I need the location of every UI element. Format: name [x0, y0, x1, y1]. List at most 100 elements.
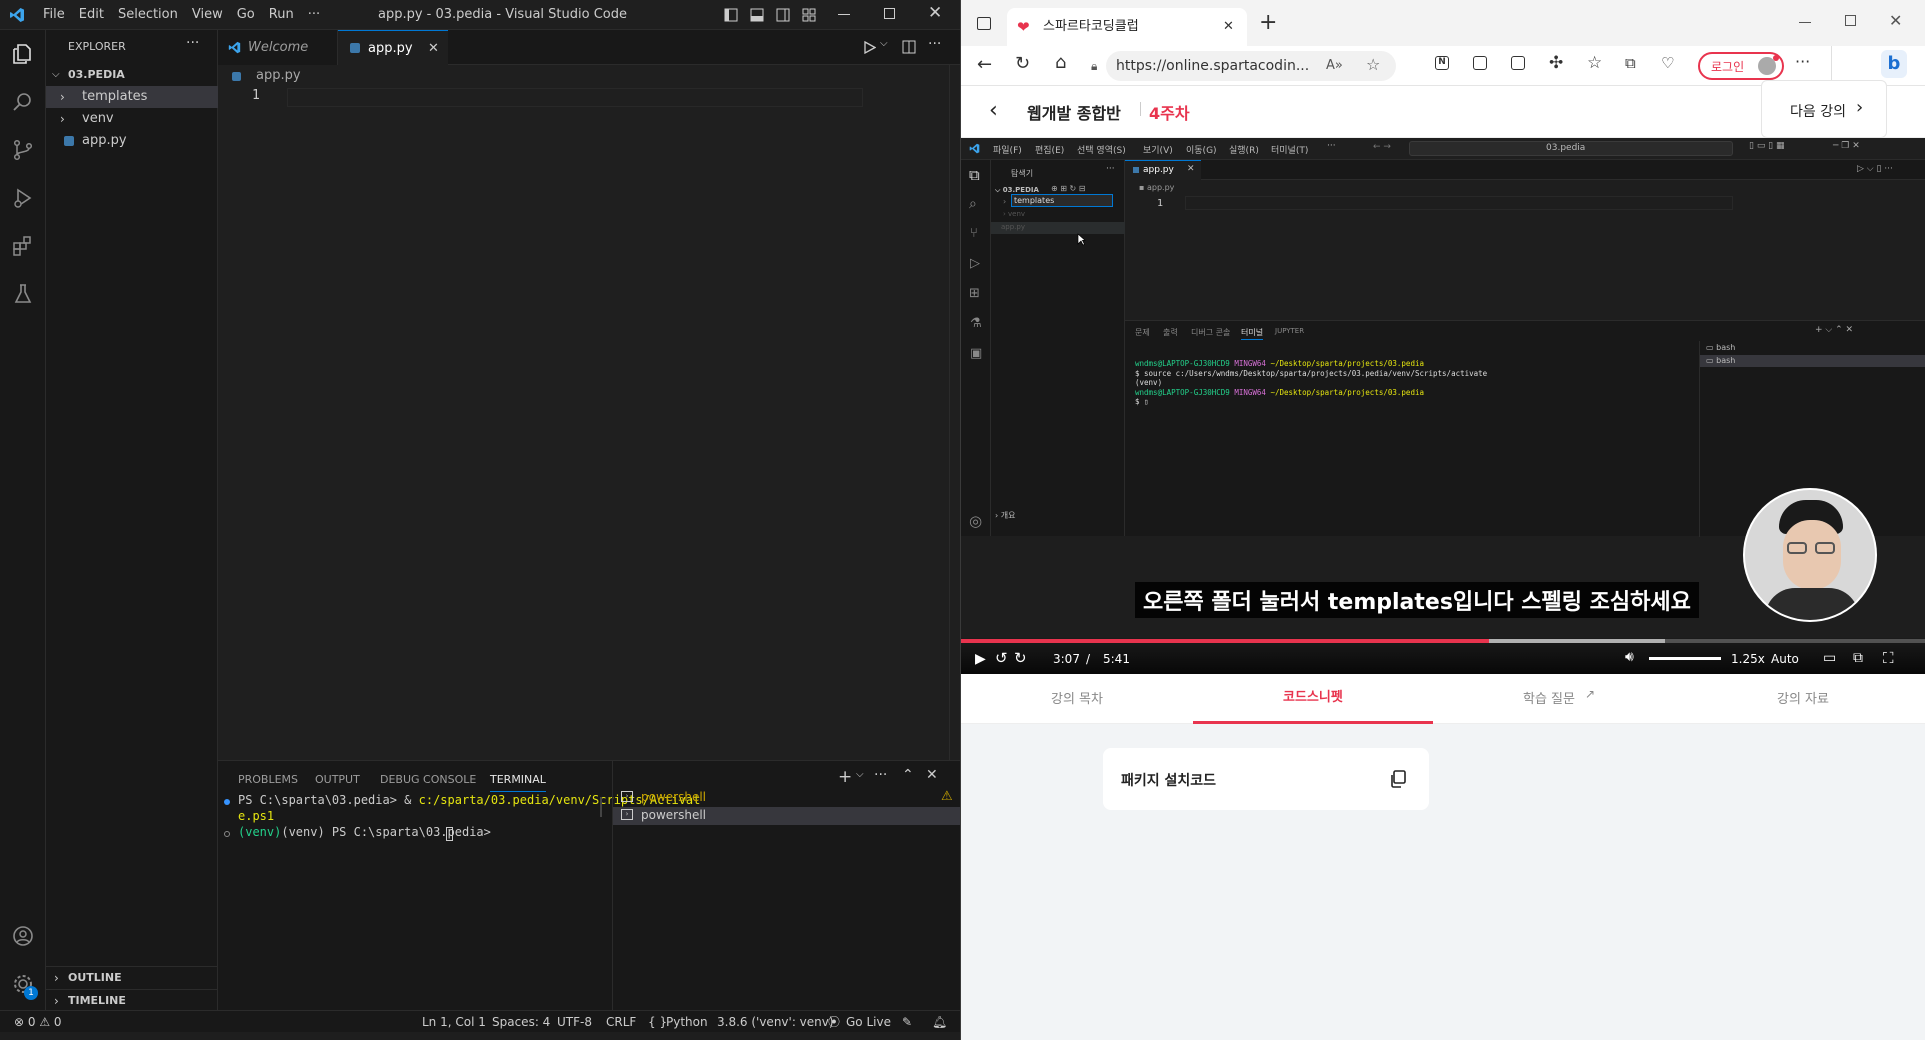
editor-more-icon[interactable]: ··· — [928, 36, 941, 52]
favorite-star-icon[interactable]: ☆ — [1366, 50, 1380, 80]
editor-scrollbar[interactable] — [949, 65, 960, 760]
workspace-root[interactable]: ⌵ 03.PEDIA — [46, 64, 218, 86]
snippet-card[interactable]: 패키지 설치코드 — [1103, 748, 1429, 810]
tab-curriculum[interactable]: 강의 목차 — [1051, 688, 1103, 707]
toggle-secondary-sidebar-icon[interactable] — [776, 8, 790, 22]
menu-selection[interactable]: Selection — [118, 7, 178, 22]
problems-indicator[interactable]: ⊗ 0 ⚠ 0 — [14, 1011, 62, 1033]
fullscreen-icon[interactable]: ⛶ — [1883, 649, 1894, 667]
collections-icon[interactable]: ⧉ — [1625, 54, 1636, 72]
video-player[interactable]: 파일(F) 편집(E) 선택 영역(S) 보기(V) 이동(G) 실행(R) 터… — [961, 138, 1925, 674]
timeline-section[interactable]: › TIMELINE — [46, 990, 218, 1012]
quality-selector[interactable]: Auto — [1771, 652, 1799, 666]
python-interpreter[interactable]: 3.8.6 ('venv': venv) — [717, 1011, 834, 1033]
extension-icon[interactable] — [1511, 56, 1525, 70]
maximize-icon[interactable] — [884, 8, 895, 19]
terminal-list-item[interactable]: › powershell — [613, 807, 961, 825]
rewind-10-icon[interactable]: ↺ — [995, 649, 1008, 667]
tree-item-venv[interactable]: › venv — [46, 108, 218, 130]
back-chevron-icon[interactable]: ‹ — [989, 98, 998, 123]
indentation[interactable]: Spaces: 4 — [492, 1011, 550, 1033]
python-file-icon — [64, 136, 74, 146]
tab-actions-icon[interactable] — [977, 17, 991, 30]
tab-app-py[interactable]: app.py ✕ — [338, 30, 448, 65]
editor-area[interactable] — [218, 30, 960, 760]
feedback-icon[interactable]: ✎ — [902, 1011, 912, 1033]
bing-chat-icon[interactable]: b — [1881, 50, 1907, 78]
next-lesson-button[interactable]: 다음 강의 › — [1761, 80, 1887, 138]
cursor-position[interactable]: Ln 1, Col 1 — [422, 1011, 486, 1033]
close-window-icon[interactable]: ✕ — [1889, 11, 1902, 30]
tab-welcome[interactable]: Welcome — [218, 30, 338, 65]
panel-tab-terminal[interactable]: TERMINAL — [490, 773, 546, 786]
accounts-icon[interactable] — [11, 924, 35, 948]
customize-layout-icon[interactable] — [802, 8, 816, 22]
run-debug-icon[interactable] — [11, 186, 35, 210]
close-tab-icon[interactable]: ✕ — [428, 31, 439, 66]
language-mode[interactable]: Python — [666, 1011, 708, 1033]
tab-questions[interactable]: 학습 질문 — [1523, 688, 1575, 707]
performance-icon[interactable]: ♡ — [1661, 54, 1674, 72]
toggle-sidebar-icon[interactable] — [724, 8, 738, 22]
line-ending[interactable]: CRLF — [606, 1011, 636, 1033]
maximize-icon[interactable] — [1845, 15, 1856, 26]
minimize-icon[interactable] — [1799, 22, 1811, 23]
toggle-panel-icon[interactable] — [750, 8, 764, 22]
captions-icon[interactable]: ▭ — [1823, 650, 1836, 666]
read-aloud-icon[interactable]: A» — [1326, 51, 1343, 81]
browser-tab[interactable]: ❤ 스파르타코딩클럽 ✕ — [1007, 8, 1247, 46]
outline-section[interactable]: › OUTLINE — [46, 967, 218, 989]
extensions-icon[interactable] — [11, 234, 35, 258]
close-window-icon[interactable]: ✕ — [928, 3, 942, 23]
tree-item-app-py[interactable]: app.py — [46, 130, 218, 152]
close-tab-icon[interactable]: ✕ — [1223, 8, 1234, 46]
tab-code-snippet[interactable]: 코드스니펫 — [1283, 686, 1343, 705]
menu-file[interactable]: File — [43, 7, 65, 22]
breadcrumb-file[interactable]: app.py — [256, 68, 301, 83]
split-editor-icon[interactable] — [902, 40, 916, 54]
url-bar[interactable]: 🔒︎ https://online.spartacodin... A» ☆ — [1091, 50, 1396, 81]
go-live-button[interactable]: Go Live — [846, 1011, 891, 1033]
explorer-more-button[interactable]: ··· — [186, 35, 199, 51]
menu-more[interactable]: ··· — [308, 7, 320, 22]
forward-10-icon[interactable]: ↻ — [1014, 649, 1027, 667]
picture-in-picture-icon[interactable]: ⧉ — [1853, 650, 1863, 666]
volume-slider[interactable] — [1649, 657, 1721, 660]
run-file-icon[interactable] — [864, 41, 876, 54]
browser-menu-icon[interactable]: ··· — [1795, 52, 1810, 71]
terminal-list-item[interactable]: › powershell ⚠ — [613, 789, 961, 807]
refresh-icon[interactable]: ↻ — [1015, 53, 1030, 74]
run-dropdown-icon[interactable]: ⌵ — [880, 38, 888, 49]
minimize-icon[interactable] — [838, 14, 850, 15]
copy-icon[interactable] — [1389, 770, 1407, 788]
login-button[interactable]: 로그인 — [1698, 52, 1784, 80]
terminal-scrollbar[interactable] — [600, 797, 602, 817]
menu-edit[interactable]: Edit — [79, 7, 104, 22]
menu-view[interactable]: View — [192, 7, 223, 22]
extension-icon[interactable] — [1473, 56, 1487, 70]
terminal-line-2[interactable]: (venv)(venv) PS C:\sparta\03.pedia> — [238, 825, 498, 839]
notifications-bell-icon[interactable]: 🔔︎ — [932, 1011, 947, 1033]
notion-extension-icon[interactable]: N — [1435, 56, 1449, 70]
extensions-puzzle-icon[interactable]: ✣ — [1549, 53, 1563, 73]
testing-icon[interactable] — [11, 282, 35, 306]
encoding[interactable]: UTF-8 — [557, 1011, 592, 1033]
favorites-icon[interactable]: ☆ — [1587, 53, 1602, 73]
menu-go[interactable]: Go — [237, 7, 255, 22]
playback-speed[interactable]: 1.25x — [1731, 652, 1765, 666]
volume-icon[interactable]: 🔊︎ — [1625, 649, 1634, 665]
tab-materials[interactable]: 강의 자료 — [1777, 688, 1829, 707]
back-icon[interactable]: ← — [977, 54, 992, 75]
search-icon[interactable] — [11, 90, 35, 114]
explorer-icon[interactable] — [11, 42, 35, 66]
tree-item-templates[interactable]: › templates — [46, 86, 218, 108]
menu-run[interactable]: Run — [269, 7, 294, 22]
panel-tab-problems[interactable]: PROBLEMS — [238, 773, 298, 786]
vscode-window: File Edit Selection View Go Run ··· app.py - 0… — [0, 0, 961, 1040]
play-icon[interactable]: ▶ — [975, 651, 986, 667]
source-control-icon[interactable] — [11, 138, 35, 162]
new-tab-icon[interactable]: + — [1259, 10, 1277, 35]
panel-tab-debug-console[interactable]: DEBUG CONSOLE — [380, 773, 476, 786]
panel-tab-output[interactable]: OUTPUT — [315, 773, 360, 786]
home-icon[interactable]: ⌂ — [1055, 52, 1066, 73]
